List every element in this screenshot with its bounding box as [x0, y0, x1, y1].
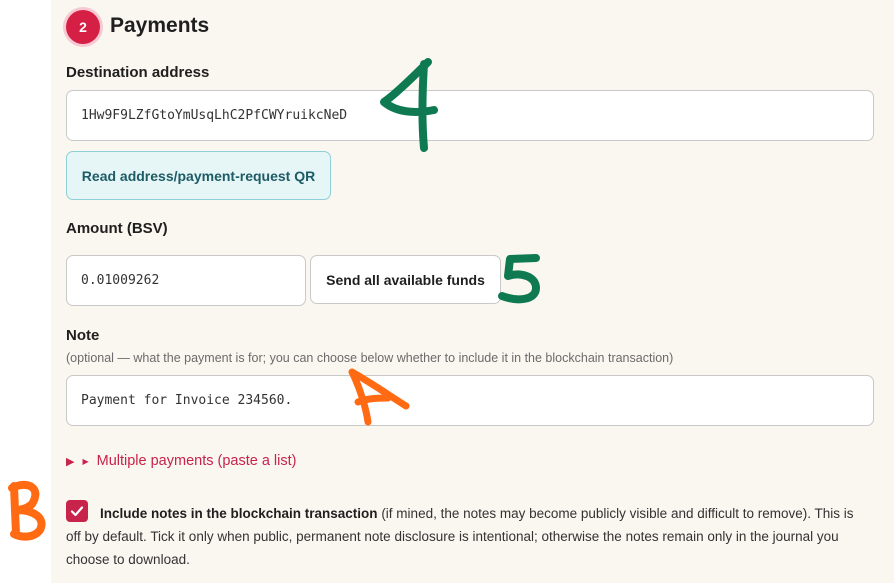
read-qr-button-label: Read address/payment-request QR [81, 167, 316, 184]
checkmark-icon [70, 506, 84, 517]
send-all-funds-button[interactable]: Send all available funds [310, 255, 501, 304]
destination-address-value: 1Hw9F9LZfGtoYmUsqLhC2PfCWYruikcNeD [81, 108, 348, 123]
step-number-badge: 2 [66, 10, 100, 44]
multiple-payments-label: Multiple payments (paste a list) [96, 453, 297, 469]
disclosure-triangle-icon: ▶ [66, 455, 75, 468]
small-triangle-icon: ▶ [82, 456, 89, 466]
send-all-funds-label: Send all available funds [326, 271, 485, 288]
amount-value: 0.01009262 [81, 273, 160, 288]
read-qr-button[interactable]: Read address/payment-request QR [66, 151, 331, 200]
include-notes-checkbox[interactable] [66, 500, 88, 522]
annotation-b [8, 480, 46, 541]
annotation-5 [498, 254, 540, 304]
amount-label: Amount (BSV) [66, 220, 168, 237]
amount-input[interactable]: 0.01009262 [66, 255, 306, 306]
step-number: 2 [79, 19, 87, 35]
include-notes-description: Include notes in the blockchain transact… [66, 502, 866, 571]
section-title: Payments [110, 14, 210, 37]
note-value: Payment for Invoice 234560. [81, 393, 293, 408]
annotation-a [348, 368, 410, 426]
destination-address-label: Destination address [66, 64, 210, 81]
note-hint: (optional — what the payment is for; you… [66, 351, 674, 365]
destination-address-input[interactable]: 1Hw9F9LZfGtoYmUsqLhC2PfCWYruikcNeD [66, 90, 874, 141]
note-input[interactable]: Payment for Invoice 234560. [66, 375, 874, 426]
multiple-payments-toggle[interactable]: ▶ ▶ Multiple payments (paste a list) [66, 453, 296, 469]
note-label: Note [66, 327, 100, 344]
include-notes-label: Include notes in the blockchain transact… [100, 506, 378, 521]
annotation-4 [380, 58, 438, 152]
